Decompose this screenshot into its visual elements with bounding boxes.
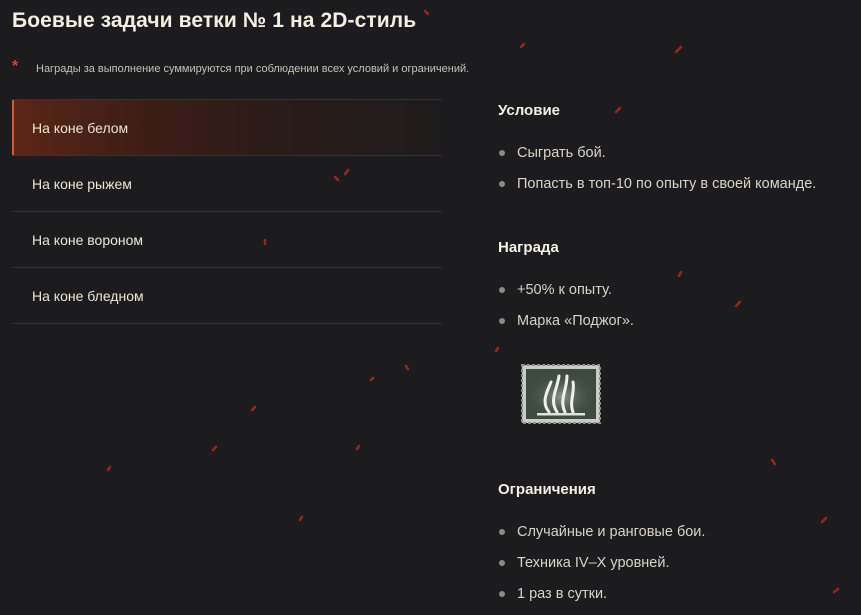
asterisk-icon: * xyxy=(12,58,19,75)
bullet-icon xyxy=(499,180,505,187)
bullet-icon xyxy=(499,317,505,324)
reward-title: Награда xyxy=(498,239,559,256)
condition-item: Попасть в топ-10 по опыту в своей команд… xyxy=(498,168,816,199)
task-item-pale-horse[interactable]: На коне бледном xyxy=(12,268,442,324)
task-item-label: На коне рыжем xyxy=(32,175,132,192)
restriction-item: Случайные и ранговые бои. xyxy=(498,516,705,547)
restrictions-title: Ограничения xyxy=(498,481,596,498)
condition-item: Сыграть бой. xyxy=(498,137,816,168)
task-item-label: На коне бледном xyxy=(32,287,144,304)
task-item-black-horse[interactable]: На коне вороном xyxy=(12,212,442,268)
restrictions-list: Случайные и ранговые бои. Техника IV–X у… xyxy=(498,516,705,609)
task-item-label: На коне белом xyxy=(32,119,129,136)
bullet-icon xyxy=(499,559,505,566)
flame-stamp-icon[interactable] xyxy=(521,364,601,424)
task-details: Условие Сыграть бой. Попасть в топ-10 по… xyxy=(498,0,861,615)
condition-list: Сыграть бой. Попасть в топ-10 по опыту в… xyxy=(498,137,816,199)
reward-item: Марка «Поджог». xyxy=(498,305,634,336)
reward-list: +50% к опыту. Марка «Поджог». xyxy=(498,274,634,336)
page-title: Боевые задачи ветки № 1 на 2D-стиль xyxy=(12,9,417,32)
restriction-item: Техника IV–X уровней. xyxy=(498,547,705,578)
bullet-icon xyxy=(499,528,505,535)
task-item-label: На коне вороном xyxy=(32,231,144,248)
reward-item: +50% к опыту. xyxy=(498,274,634,305)
condition-title: Условие xyxy=(498,102,561,119)
restriction-item: 1 раз в сутки. xyxy=(498,578,705,609)
task-list: На коне белом На коне рыжем На коне воро… xyxy=(12,99,442,324)
rewards-note-text: Награды за выполнение суммируются при со… xyxy=(36,63,470,75)
task-item-white-horse[interactable]: На коне белом xyxy=(12,100,442,156)
task-item-red-horse[interactable]: На коне рыжем xyxy=(12,156,442,212)
bullet-icon xyxy=(499,286,505,293)
bullet-icon xyxy=(499,149,505,156)
bullet-icon xyxy=(499,590,505,597)
